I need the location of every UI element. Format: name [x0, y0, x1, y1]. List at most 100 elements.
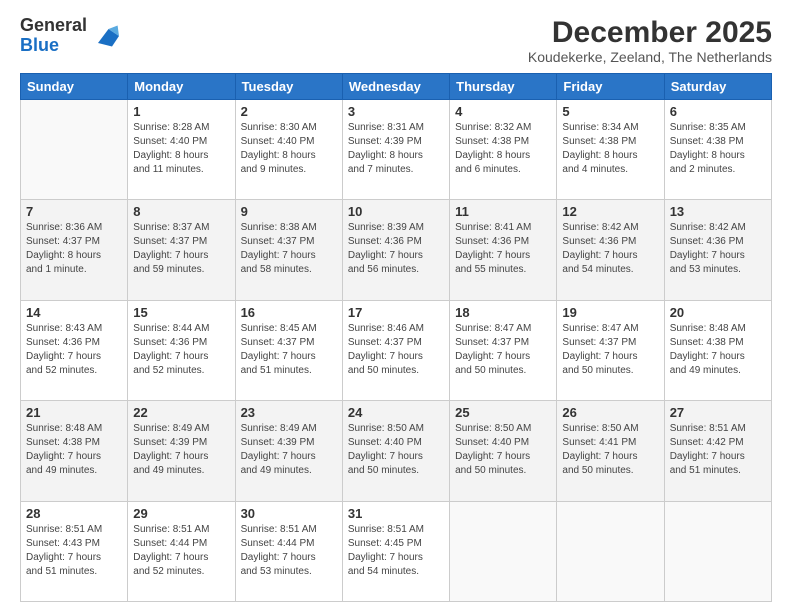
day-info: Sunrise: 8:36 AM Sunset: 4:37 PM Dayligh… [26, 221, 122, 277]
day-info: Sunrise: 8:45 AM Sunset: 4:37 PM Dayligh… [241, 322, 337, 378]
day-number: 12 [562, 204, 658, 219]
day-number: 22 [133, 405, 229, 420]
title-block: December 2025 Koudekerke, Zeeland, The N… [528, 16, 772, 65]
table-row [664, 501, 771, 601]
day-info: Sunrise: 8:31 AM Sunset: 4:39 PM Dayligh… [348, 121, 444, 177]
day-number: 9 [241, 204, 337, 219]
col-thursday: Thursday [450, 74, 557, 100]
day-number: 26 [562, 405, 658, 420]
day-number: 30 [241, 506, 337, 521]
table-row: 29 Sunrise: 8:51 AM Sunset: 4:44 PM Dayli… [128, 501, 235, 601]
day-info: Sunrise: 8:51 AM Sunset: 4:45 PM Dayligh… [348, 523, 444, 579]
day-number: 8 [133, 204, 229, 219]
day-info: Sunrise: 8:47 AM Sunset: 4:37 PM Dayligh… [455, 322, 551, 378]
day-info: Sunrise: 8:32 AM Sunset: 4:38 PM Dayligh… [455, 121, 551, 177]
day-info: Sunrise: 8:49 AM Sunset: 4:39 PM Dayligh… [133, 422, 229, 478]
table-row: 8 Sunrise: 8:37 AM Sunset: 4:37 PM Daylig… [128, 200, 235, 300]
day-number: 21 [26, 405, 122, 420]
day-number: 19 [562, 305, 658, 320]
day-info: Sunrise: 8:42 AM Sunset: 4:36 PM Dayligh… [670, 221, 766, 277]
day-info: Sunrise: 8:28 AM Sunset: 4:40 PM Dayligh… [133, 121, 229, 177]
calendar-week-row: 21 Sunrise: 8:48 AM Sunset: 4:38 PM Dayli… [21, 401, 772, 501]
logo: General Blue [20, 16, 119, 56]
day-info: Sunrise: 8:48 AM Sunset: 4:38 PM Dayligh… [26, 422, 122, 478]
col-friday: Friday [557, 74, 664, 100]
logo-icon [91, 22, 119, 50]
day-info: Sunrise: 8:50 AM Sunset: 4:40 PM Dayligh… [348, 422, 444, 478]
day-info: Sunrise: 8:34 AM Sunset: 4:38 PM Dayligh… [562, 121, 658, 177]
day-number: 18 [455, 305, 551, 320]
day-number: 2 [241, 104, 337, 119]
logo-general: General [20, 15, 87, 35]
day-info: Sunrise: 8:48 AM Sunset: 4:38 PM Dayligh… [670, 322, 766, 378]
day-info: Sunrise: 8:51 AM Sunset: 4:42 PM Dayligh… [670, 422, 766, 478]
day-number: 10 [348, 204, 444, 219]
table-row: 2 Sunrise: 8:30 AM Sunset: 4:40 PM Daylig… [235, 100, 342, 200]
table-row: 18 Sunrise: 8:47 AM Sunset: 4:37 PM Dayli… [450, 300, 557, 400]
day-number: 29 [133, 506, 229, 521]
logo-blue: Blue [20, 35, 59, 55]
day-number: 23 [241, 405, 337, 420]
table-row: 16 Sunrise: 8:45 AM Sunset: 4:37 PM Dayli… [235, 300, 342, 400]
table-row: 12Sunrise: 8:42 AM Sunset: 4:36 PM Dayli… [557, 200, 664, 300]
table-row: 25Sunrise: 8:50 AM Sunset: 4:40 PM Dayli… [450, 401, 557, 501]
day-info: Sunrise: 8:47 AM Sunset: 4:37 PM Dayligh… [562, 322, 658, 378]
day-info: Sunrise: 8:46 AM Sunset: 4:37 PM Dayligh… [348, 322, 444, 378]
table-row: 10Sunrise: 8:39 AM Sunset: 4:36 PM Dayli… [342, 200, 449, 300]
day-number: 20 [670, 305, 766, 320]
day-number: 13 [670, 204, 766, 219]
calendar-week-row: 14 Sunrise: 8:43 AM Sunset: 4:36 PM Dayli… [21, 300, 772, 400]
calendar-header-row: Sunday Monday Tuesday Wednesday Thursday… [21, 74, 772, 100]
day-number: 1 [133, 104, 229, 119]
day-number: 16 [241, 305, 337, 320]
day-number: 3 [348, 104, 444, 119]
day-number: 4 [455, 104, 551, 119]
day-number: 17 [348, 305, 444, 320]
calendar-week-row: 1 Sunrise: 8:28 AM Sunset: 4:40 PM Daylig… [21, 100, 772, 200]
day-info: Sunrise: 8:41 AM Sunset: 4:36 PM Dayligh… [455, 221, 551, 277]
col-tuesday: Tuesday [235, 74, 342, 100]
calendar-week-row: 28Sunrise: 8:51 AM Sunset: 4:43 PM Dayli… [21, 501, 772, 601]
day-number: 31 [348, 506, 444, 521]
table-row: 7 Sunrise: 8:36 AM Sunset: 4:37 PM Daylig… [21, 200, 128, 300]
day-info: Sunrise: 8:43 AM Sunset: 4:36 PM Dayligh… [26, 322, 122, 378]
table-row: 1 Sunrise: 8:28 AM Sunset: 4:40 PM Daylig… [128, 100, 235, 200]
table-row: 20 Sunrise: 8:48 AM Sunset: 4:38 PM Dayli… [664, 300, 771, 400]
table-row: 3 Sunrise: 8:31 AM Sunset: 4:39 PM Daylig… [342, 100, 449, 200]
table-row: 31 Sunrise: 8:51 AM Sunset: 4:45 PM Dayli… [342, 501, 449, 601]
table-row: 30Sunrise: 8:51 AM Sunset: 4:44 PM Dayli… [235, 501, 342, 601]
table-row: 14 Sunrise: 8:43 AM Sunset: 4:36 PM Dayli… [21, 300, 128, 400]
day-info: Sunrise: 8:38 AM Sunset: 4:37 PM Dayligh… [241, 221, 337, 277]
page: General Blue December 2025 Koudekerke, Z… [0, 0, 792, 612]
day-info: Sunrise: 8:35 AM Sunset: 4:38 PM Dayligh… [670, 121, 766, 177]
day-info: Sunrise: 8:51 AM Sunset: 4:44 PM Dayligh… [133, 523, 229, 579]
day-number: 7 [26, 204, 122, 219]
day-info: Sunrise: 8:30 AM Sunset: 4:40 PM Dayligh… [241, 121, 337, 177]
table-row: 6 Sunrise: 8:35 AM Sunset: 4:38 PM Daylig… [664, 100, 771, 200]
table-row: 21 Sunrise: 8:48 AM Sunset: 4:38 PM Dayli… [21, 401, 128, 501]
day-info: Sunrise: 8:44 AM Sunset: 4:36 PM Dayligh… [133, 322, 229, 378]
header: General Blue December 2025 Koudekerke, Z… [20, 16, 772, 65]
day-number: 11 [455, 204, 551, 219]
day-number: 27 [670, 405, 766, 420]
day-number: 15 [133, 305, 229, 320]
day-number: 14 [26, 305, 122, 320]
table-row [450, 501, 557, 601]
day-info: Sunrise: 8:50 AM Sunset: 4:41 PM Dayligh… [562, 422, 658, 478]
table-row: 22 Sunrise: 8:49 AM Sunset: 4:39 PM Dayli… [128, 401, 235, 501]
table-row: 15 Sunrise: 8:44 AM Sunset: 4:36 PM Dayli… [128, 300, 235, 400]
table-row: 24Sunrise: 8:50 AM Sunset: 4:40 PM Dayli… [342, 401, 449, 501]
day-number: 25 [455, 405, 551, 420]
table-row: 19 Sunrise: 8:47 AM Sunset: 4:37 PM Dayli… [557, 300, 664, 400]
table-row: 17 Sunrise: 8:46 AM Sunset: 4:37 PM Dayli… [342, 300, 449, 400]
calendar-table: Sunday Monday Tuesday Wednesday Thursday… [20, 73, 772, 602]
col-monday: Monday [128, 74, 235, 100]
table-row: 11 Sunrise: 8:41 AM Sunset: 4:36 PM Dayli… [450, 200, 557, 300]
day-number: 6 [670, 104, 766, 119]
table-row: 5Sunrise: 8:34 AM Sunset: 4:38 PM Daylig… [557, 100, 664, 200]
table-row: 13 Sunrise: 8:42 AM Sunset: 4:36 PM Dayli… [664, 200, 771, 300]
table-row: 26 Sunrise: 8:50 AM Sunset: 4:41 PM Dayli… [557, 401, 664, 501]
table-row: 28Sunrise: 8:51 AM Sunset: 4:43 PM Dayli… [21, 501, 128, 601]
table-row [557, 501, 664, 601]
day-info: Sunrise: 8:37 AM Sunset: 4:37 PM Dayligh… [133, 221, 229, 277]
